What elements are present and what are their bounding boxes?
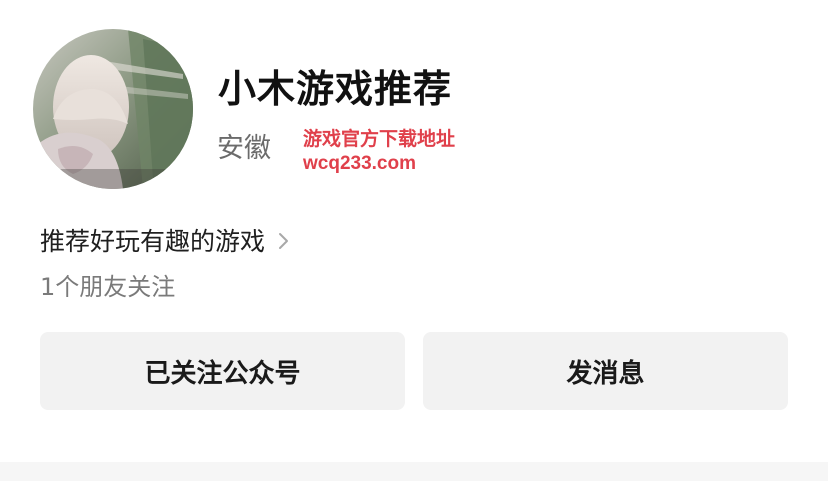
promo-line-2: wcq233.com [303,153,416,174]
section-divider [0,462,828,481]
followed-account-button[interactable]: 已关注公众号 [40,332,405,410]
chevron-right-icon [277,229,291,251]
account-region: 安徽 [217,133,271,164]
avatar[interactable] [33,29,193,189]
avatar-image [33,29,193,189]
account-intro-text: 推荐好玩有趣的游戏 [40,227,266,256]
account-intro-link[interactable]: 推荐好玩有趣的游戏 [40,222,291,258]
promo-line-1: 游戏官方下载地址 [303,129,456,150]
send-message-button[interactable]: 发消息 [423,332,788,410]
account-name: 小木游戏推荐 [218,67,453,111]
friends-following-count[interactable]: 1个朋友关注 [40,267,175,302]
promo-watermark: 游戏官方下载地址 wcq233.com [303,128,455,176]
